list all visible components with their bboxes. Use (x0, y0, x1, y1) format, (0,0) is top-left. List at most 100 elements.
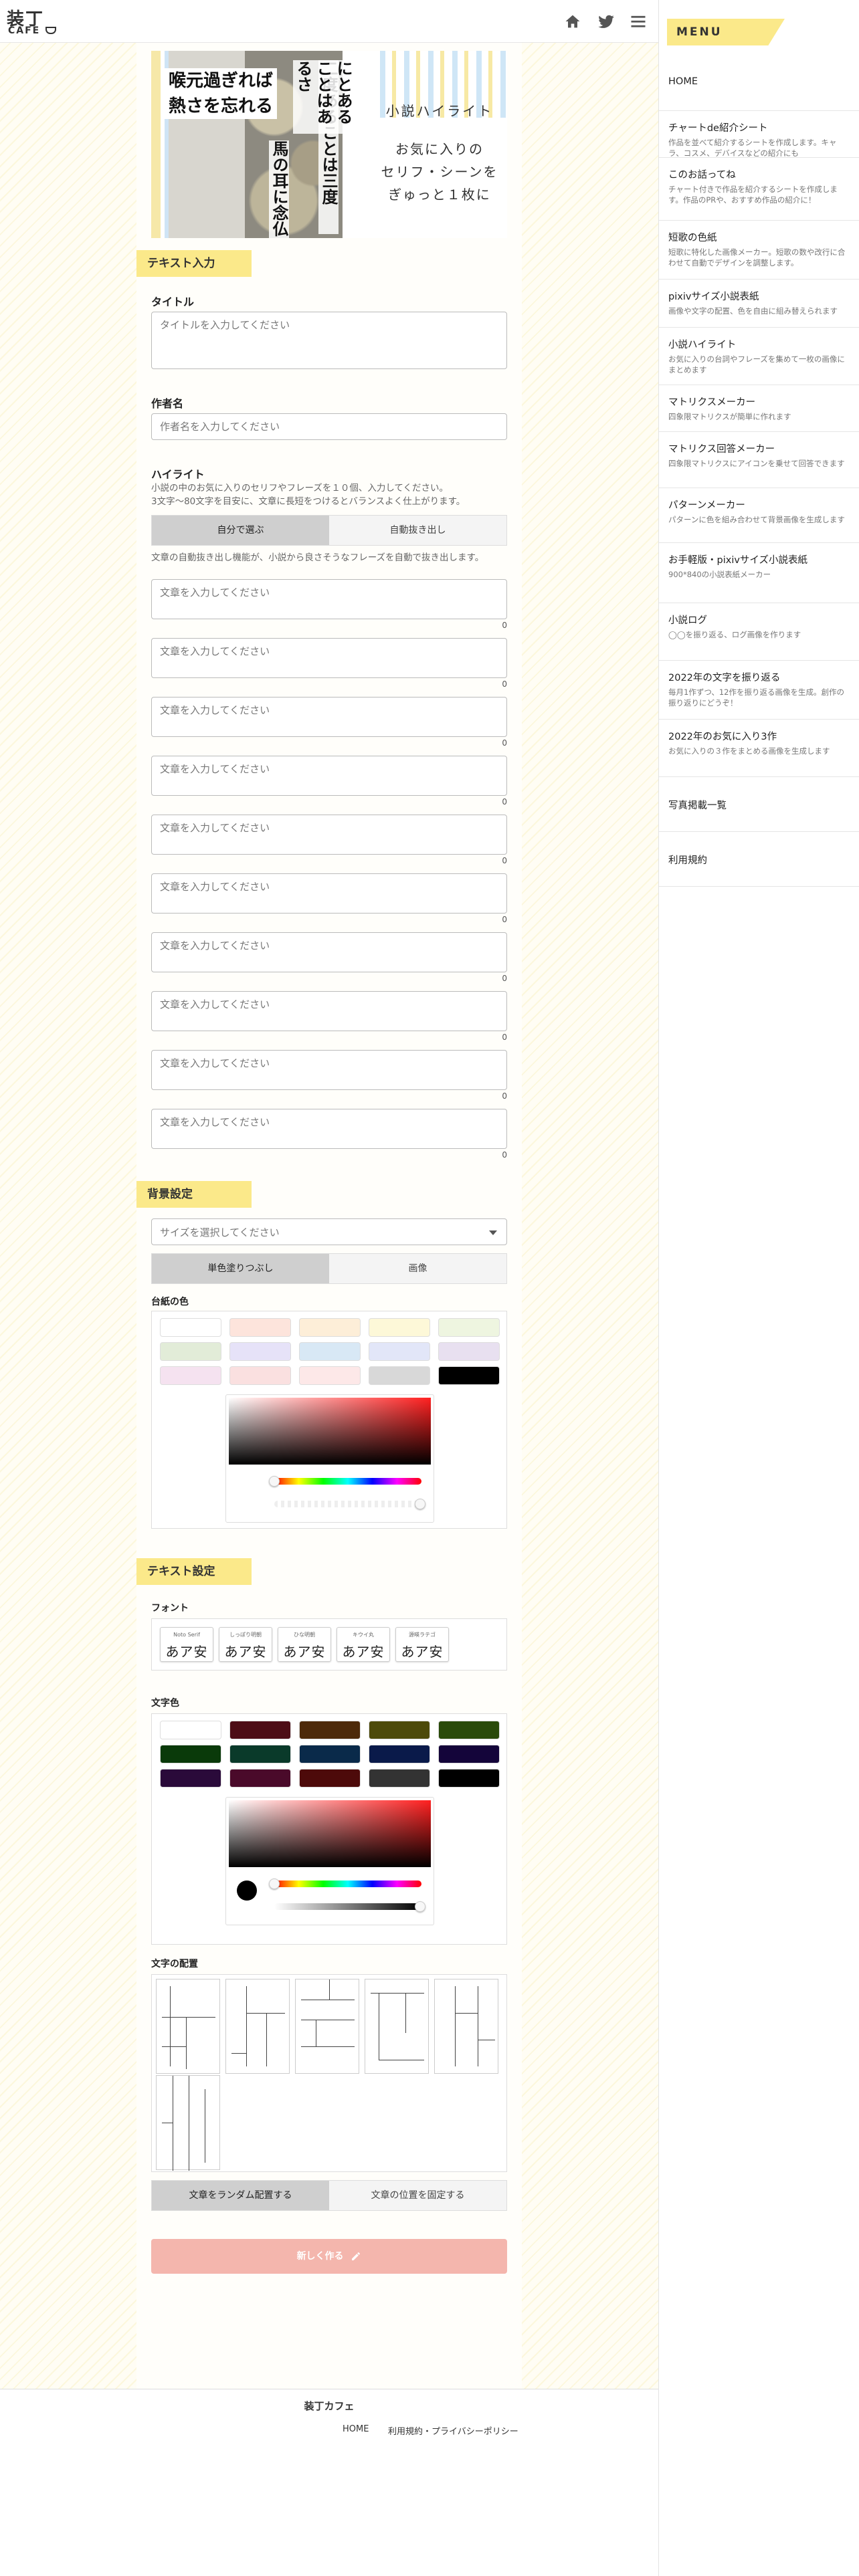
font-option-button[interactable]: しっぽり明朝 あア安 (219, 1627, 272, 1662)
sentence-char-count: 0 (502, 974, 507, 983)
layout-option-5[interactable] (434, 1979, 498, 2074)
alpha-slider[interactable] (274, 1903, 421, 1910)
color-swatch[interactable] (438, 1366, 500, 1385)
alpha-slider-handle[interactable] (415, 1499, 425, 1509)
layout-option-6[interactable] (156, 2075, 220, 2171)
sidebar-menu-item[interactable]: 写真掲載一覧 (659, 777, 859, 832)
hue-slider[interactable] (274, 1478, 421, 1485)
sidebar-menu-item[interactable]: 2022年の文字を振り返る 毎月1作ずつ、12作を振り返る画像を生成。創作の振り返… (659, 661, 859, 720)
color-swatch[interactable] (299, 1769, 361, 1788)
footer-link-terms[interactable]: 利用規約・プライバシーポリシー (388, 2424, 518, 2437)
color-swatch[interactable] (438, 1745, 500, 1763)
color-swatch[interactable] (160, 1745, 221, 1763)
sidebar-menu-item[interactable]: HOME (659, 55, 859, 111)
hue-slider-handle[interactable] (269, 1476, 280, 1487)
font-option-button[interactable]: ひな明朝 あア安 (278, 1627, 331, 1662)
color-swatch[interactable] (229, 1745, 291, 1763)
sidebar-menu-item[interactable]: マトリクスメーカー 四象限マトリクスが簡単に作れます (659, 385, 859, 432)
hamburger-menu-icon[interactable] (629, 12, 648, 31)
home-icon[interactable] (563, 12, 582, 31)
color-swatch[interactable] (438, 1342, 500, 1361)
tab-manual-select[interactable]: 自分で選ぶ (152, 516, 329, 545)
color-swatch[interactable] (438, 1318, 500, 1337)
color-swatch[interactable] (229, 1342, 291, 1361)
color-swatch[interactable] (160, 1366, 221, 1385)
tab-fixed-layout[interactable]: 文章の位置を固定する (329, 2181, 506, 2210)
color-swatch[interactable] (229, 1721, 291, 1739)
alpha-slider-handle[interactable] (415, 1901, 425, 1912)
color-swatch[interactable] (160, 1769, 221, 1788)
color-swatch[interactable] (438, 1721, 500, 1739)
color-swatch[interactable] (299, 1318, 361, 1337)
section-heading-background: 背景設定 (136, 1181, 270, 1208)
sidebar-menu-item[interactable]: このお話ってね チャート付きで作品を紹介するシートを作成します。作品のPRや、おす… (659, 158, 859, 221)
sentence-textarea[interactable]: 文章を入力してください (151, 873, 507, 914)
sentence-textarea[interactable]: 文章を入力してください (151, 638, 507, 678)
text-color-picker[interactable] (225, 1797, 434, 1925)
color-swatch[interactable] (229, 1769, 291, 1788)
sentence-textarea[interactable]: 文章を入力してください (151, 932, 507, 972)
color-swatch[interactable] (369, 1769, 430, 1788)
color-swatch[interactable] (299, 1342, 361, 1361)
color-swatch[interactable] (369, 1366, 430, 1385)
saturation-area[interactable] (229, 1398, 431, 1465)
font-option-button[interactable]: Noto Serif あア安 (160, 1627, 213, 1662)
font-option-button[interactable]: 源暎ラテゴ あア安 (395, 1627, 449, 1662)
sidebar-menu-item[interactable]: pixivサイズ小説表紙 画像や文字の配置、色を自由に組み替えられます (659, 280, 859, 328)
sentence-textarea[interactable]: 文章を入力してください (151, 991, 507, 1031)
color-swatch[interactable] (299, 1745, 361, 1763)
color-swatch[interactable] (229, 1318, 291, 1337)
sidebar-menu-item[interactable]: チャートde紹介シート 作品を並べて紹介するシートを作成します。キャラ、コスメ、デ… (659, 111, 859, 158)
sidebar-menu-item[interactable]: パターンメーカー パターンに色を組み合わせて背景画像を生成します (659, 488, 859, 543)
color-swatch[interactable] (438, 1769, 500, 1788)
sidebar-menu-item[interactable]: 2022年のお気に入り3作 お気に入りの３作をまとめる画像を生成します (659, 720, 859, 777)
twitter-icon[interactable] (597, 12, 615, 31)
color-swatch[interactable] (299, 1721, 361, 1739)
title-textarea[interactable]: タイトルを入力してください (151, 312, 507, 369)
sentence-textarea[interactable]: 文章を入力してください (151, 756, 507, 796)
tab-solid-fill[interactable]: 単色塗りつぶし (152, 1254, 329, 1283)
footer-link-home[interactable]: HOME (343, 2424, 369, 2434)
menu-item-description: お気に入りの３作をまとめる画像を生成します (668, 746, 830, 756)
tab-auto-extract[interactable]: 自動抜き出し (329, 516, 506, 545)
color-swatch[interactable] (160, 1721, 221, 1739)
sentence-textarea[interactable]: 文章を入力してください (151, 579, 507, 619)
sidebar-menu-item[interactable]: 利用規約 (659, 832, 859, 887)
sidebar-menu-item[interactable]: マトリクス回答メーカー 四象限マトリクスにアイコンを乗せて回答できます (659, 432, 859, 488)
sidebar-menu-item[interactable]: お手軽版・pixivサイズ小説表紙 900*840の小説表紙メーカー (659, 543, 859, 603)
sidebar-menu-item[interactable]: 短歌の色紙 短歌に特化した画像メーカー。短歌の数や改行に合わせて自動でデザインを調… (659, 221, 859, 280)
size-select[interactable]: サイズを選択してください (151, 1218, 507, 1245)
sentence-textarea[interactable]: 文章を入力してください (151, 815, 507, 855)
color-swatch[interactable] (160, 1342, 221, 1361)
color-swatch[interactable] (369, 1745, 430, 1763)
author-input[interactable]: 作者名を入力してください (151, 413, 507, 440)
color-swatch[interactable] (369, 1342, 430, 1361)
site-logo[interactable]: 装丁 CAFE (7, 5, 60, 37)
menu-item-title: 写真掲載一覧 (668, 800, 727, 811)
layout-option-4[interactable] (365, 1979, 429, 2074)
layout-option-3[interactable] (295, 1979, 359, 2074)
paper-color-picker[interactable] (225, 1394, 434, 1523)
color-swatch[interactable] (229, 1366, 291, 1385)
sentence-textarea[interactable]: 文章を入力してください (151, 1109, 507, 1149)
font-name: キウイ丸 (353, 1632, 374, 1638)
tab-image[interactable]: 画像 (329, 1254, 506, 1283)
sidebar-menu-item[interactable]: 小説ログ ◯◯を振り返る、ログ画像を作ります (659, 603, 859, 661)
color-swatch[interactable] (299, 1366, 361, 1385)
color-swatch[interactable] (369, 1318, 430, 1337)
sidebar-menu: MENU HOME チャートde紹介シート 作品を並べて紹介するシートを作成します。… (658, 0, 859, 2576)
layout-option-1[interactable] (156, 1979, 220, 2074)
color-swatch[interactable] (160, 1318, 221, 1337)
alpha-slider[interactable] (274, 1501, 421, 1507)
create-new-button[interactable]: 新しく作る (151, 2239, 507, 2274)
layout-option-2[interactable] (225, 1979, 290, 2074)
hue-slider[interactable] (274, 1881, 421, 1887)
sentence-textarea[interactable]: 文章を入力してください (151, 1050, 507, 1090)
font-option-button[interactable]: キウイ丸 あア安 (337, 1627, 390, 1662)
hue-slider-handle[interactable] (269, 1879, 280, 1889)
color-swatch[interactable] (369, 1721, 430, 1739)
saturation-area[interactable] (229, 1800, 431, 1867)
sidebar-menu-item[interactable]: 小説ハイライト お気に入りの台詞やフレーズを集めて一枚の画像にまとめます (659, 328, 859, 385)
tab-random-layout[interactable]: 文章をランダム配置する (152, 2181, 329, 2210)
sentence-textarea[interactable]: 文章を入力してください (151, 697, 507, 737)
